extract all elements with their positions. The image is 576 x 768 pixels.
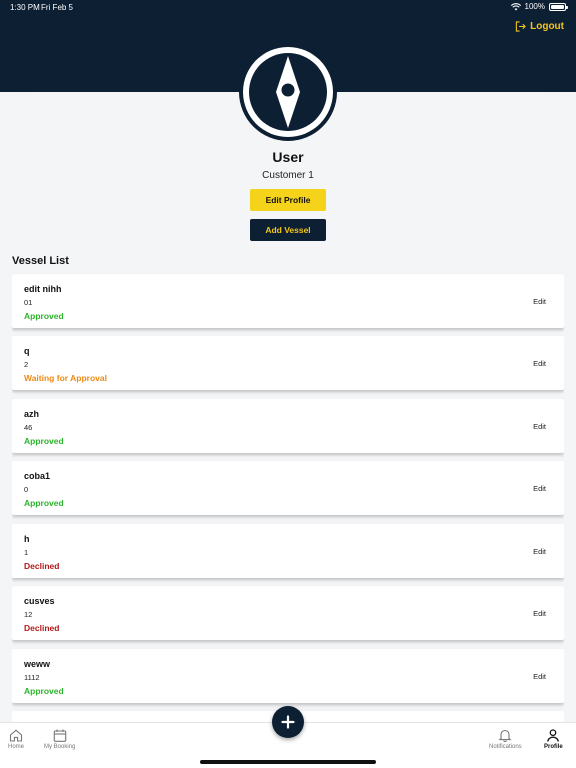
battery-percent: 100%	[524, 2, 545, 11]
edit-profile-button[interactable]: Edit Profile	[250, 189, 326, 211]
tab-home-label: Home	[8, 744, 25, 750]
vessel-edit-button[interactable]: Edit	[533, 484, 546, 493]
vessel-status: Declined	[24, 561, 60, 571]
vessel-edit-button[interactable]: Edit	[533, 422, 546, 431]
vessel-number: 2	[24, 360, 29, 369]
vessel-card[interactable]: cusves 12 Declined Edit	[12, 586, 564, 640]
vessel-status: Waiting for Approval	[24, 373, 107, 383]
tab-home[interactable]: Home	[8, 729, 24, 750]
vessel-list[interactable]: edit nihh 01 Approved Edit q 2 Waiting f…	[12, 272, 564, 722]
calendar-icon	[53, 729, 66, 742]
vessel-card[interactable]: h 1 Declined Edit	[12, 524, 564, 578]
logout-button[interactable]: Logout	[515, 21, 564, 32]
vessel-edit-button[interactable]: Edit	[533, 672, 546, 681]
user-role: Customer 1	[262, 170, 314, 181]
user-name: User	[272, 149, 304, 165]
vessel-number: 46	[24, 423, 33, 432]
plus-icon	[281, 715, 295, 729]
add-button[interactable]	[272, 706, 304, 738]
add-vessel-button[interactable]: Add Vessel	[250, 219, 326, 241]
tab-profile[interactable]: Profile	[544, 729, 563, 750]
home-icon	[9, 729, 23, 742]
wifi-icon	[510, 2, 521, 10]
vessel-card[interactable]: coba1 0 Approved Edit	[12, 461, 564, 515]
vessel-name: azh	[24, 409, 40, 419]
battery-icon	[549, 2, 568, 11]
status-indicators: 100%	[510, 2, 568, 11]
vessel-list-title: Vessel List	[12, 255, 69, 267]
vessel-edit-button[interactable]: Edit	[533, 609, 546, 618]
tab-notifications[interactable]: Notifications	[489, 729, 522, 750]
status-time: 1:30 PM	[10, 3, 40, 12]
vessel-number: 1112	[24, 673, 40, 682]
vessel-name: edit nihh	[24, 284, 62, 294]
vessel-name: cusves	[24, 596, 55, 606]
vessel-card[interactable]: q 2 Waiting for Approval Edit	[12, 336, 564, 390]
tab-booking-label: My Booking	[44, 744, 76, 750]
vessel-status: Approved	[24, 686, 64, 696]
home-indicator	[200, 760, 376, 764]
vessel-edit-button[interactable]: Edit	[533, 547, 546, 556]
vessel-card[interactable]: azh 46 Approved Edit	[12, 399, 564, 453]
logout-icon	[515, 21, 526, 32]
vessel-number: 01	[24, 298, 33, 307]
vessel-card[interactable]: edit nihh 01 Approved Edit	[12, 274, 564, 328]
vessel-status: Declined	[24, 623, 60, 633]
vessel-number: 1	[24, 548, 29, 557]
vessel-name: h	[24, 534, 30, 544]
tab-profile-label: Profile	[544, 744, 563, 750]
tab-notifications-label: Notifications	[489, 744, 522, 750]
vessel-name: coba1	[24, 471, 51, 481]
vessel-edit-button[interactable]: Edit	[533, 359, 546, 368]
status-date: Fri Feb 5	[41, 3, 74, 12]
vessel-status: Approved	[24, 498, 64, 508]
vessel-status: Approved	[24, 311, 64, 321]
vessel-status: Approved	[24, 436, 64, 446]
vessel-card[interactable]: weww 1112 Approved Edit	[12, 649, 564, 703]
bell-icon	[498, 729, 512, 742]
tab-my-booking[interactable]: My Booking	[44, 729, 75, 750]
vessel-number: 0	[24, 485, 29, 494]
status-bar: 1:30 PM Fri Feb 5 100%	[0, 0, 576, 14]
person-icon	[547, 729, 560, 742]
logout-label: Logout	[530, 21, 564, 32]
vessel-number: 12	[24, 610, 33, 619]
vessel-name: weww	[24, 659, 51, 669]
vessel-edit-button[interactable]: Edit	[533, 297, 546, 306]
vessel-name: q	[24, 346, 30, 356]
compass-icon	[239, 43, 337, 141]
